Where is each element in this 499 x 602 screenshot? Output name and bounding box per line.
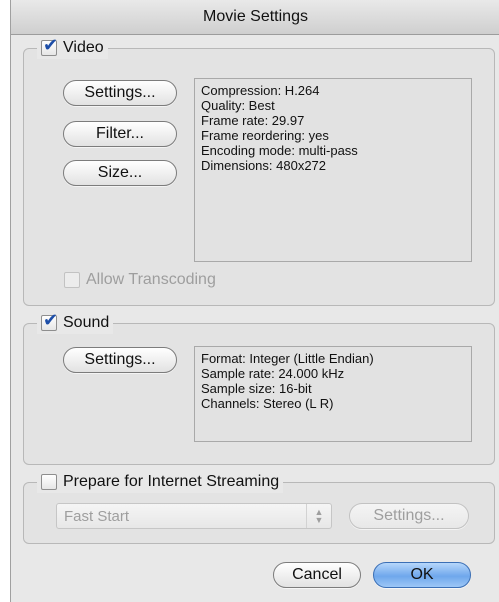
video-filter-button[interactable]: Filter... — [63, 121, 177, 147]
video-label: Video — [63, 39, 104, 56]
title-bar[interactable]: Movie Settings — [11, 0, 499, 35]
video-info-line: Compression: H.264 — [201, 83, 320, 98]
video-size-button[interactable]: Size... — [63, 160, 177, 186]
window-title: Movie Settings — [203, 8, 308, 25]
sound-settings-button[interactable]: Settings... — [63, 347, 177, 373]
sound-info-line: Sample size: 16-bit — [201, 381, 312, 396]
sound-info-line: Format: Integer (Little Endian) — [201, 351, 374, 366]
updown-arrows-icon: ▲ ▼ — [306, 504, 331, 528]
sound-info-panel: Format: Integer (Little Endian) Sample r… — [194, 346, 472, 442]
video-info-line: Dimensions: 480x272 — [201, 158, 327, 173]
sound-checkbox[interactable] — [41, 310, 58, 331]
movie-settings-dialog: Movie Settings Video Settings... Filter.… — [10, 0, 499, 602]
allow-transcoding-checkbox[interactable] — [64, 272, 80, 288]
allow-transcoding-label: Allow Transcoding — [86, 271, 216, 288]
video-checkbox[interactable] — [41, 35, 58, 56]
video-info-line: Frame reordering: yes — [201, 128, 329, 143]
streaming-settings-button[interactable]: Settings... — [349, 503, 469, 529]
streaming-type-select[interactable]: Fast Start ▲ ▼ — [56, 503, 332, 529]
sound-label: Sound — [63, 314, 110, 331]
video-info-line: Frame rate: 29.97 — [201, 113, 305, 128]
ok-button[interactable]: OK — [373, 562, 471, 588]
video-info-line: Encoding mode: multi-pass — [201, 143, 358, 158]
internet-streaming-checkbox[interactable] — [41, 474, 57, 490]
sound-group-header: Sound — [37, 310, 114, 334]
streaming-group-header: Prepare for Internet Streaming — [37, 471, 284, 493]
video-info-line: Quality: Best — [201, 98, 275, 113]
sound-info-line: Sample rate: 24.000 kHz — [201, 366, 345, 381]
cancel-button[interactable]: Cancel — [273, 562, 361, 588]
sound-info-line: Channels: Stereo (L R) — [201, 396, 334, 411]
streaming-type-value: Fast Start — [64, 507, 130, 525]
video-settings-button[interactable]: Settings... — [63, 80, 177, 106]
video-group-header: Video — [37, 35, 108, 59]
internet-streaming-label: Prepare for Internet Streaming — [63, 473, 280, 490]
allow-transcoding-option[interactable]: Allow Transcoding — [64, 271, 216, 289]
video-info-panel: Compression: H.264 Quality: Best Frame r… — [194, 78, 472, 262]
